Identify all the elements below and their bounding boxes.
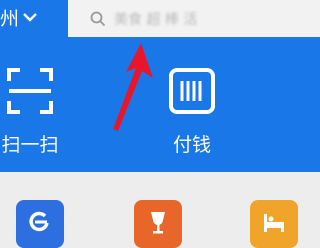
app-header: 州 美食 超 棒 活 扫一扫 付钱 bbox=[0, 0, 320, 172]
bed-icon bbox=[260, 208, 288, 240]
hotel-tile[interactable] bbox=[250, 200, 298, 248]
wine-tile[interactable] bbox=[134, 200, 182, 248]
red-arrow-icon bbox=[113, 43, 153, 131]
e-service-tile[interactable] bbox=[16, 200, 64, 248]
wine-glass-icon bbox=[144, 208, 172, 240]
e-service-icon bbox=[26, 208, 54, 240]
